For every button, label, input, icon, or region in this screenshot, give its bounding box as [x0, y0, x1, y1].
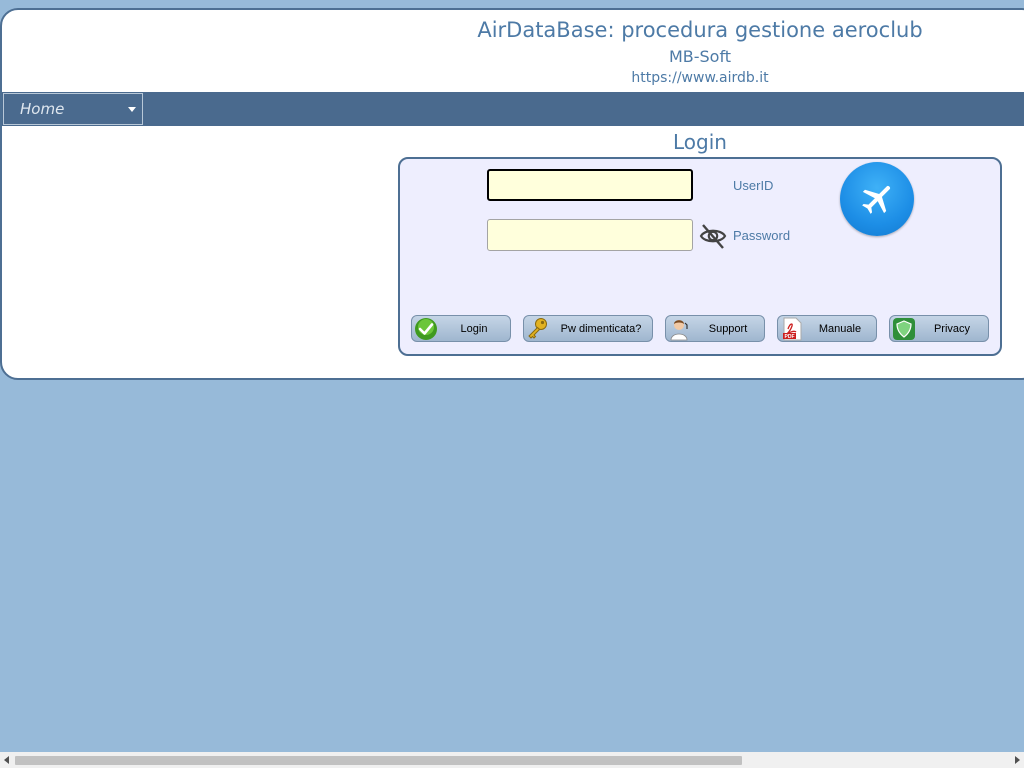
pdf-icon: PDF — [780, 317, 804, 341]
home-dropdown[interactable]: Home — [3, 93, 143, 125]
manual-button[interactable]: PDF Manuale — [777, 315, 877, 342]
support-person-icon — [668, 317, 692, 341]
app-title: AirDataBase: procedura gestione aeroclub — [477, 18, 923, 42]
nav-bar — [2, 92, 1024, 126]
privacy-button-label: Privacy — [933, 323, 971, 335]
home-dropdown-label: Home — [20, 100, 65, 118]
horizontal-scrollbar[interactable] — [0, 752, 1024, 768]
password-label: Password — [733, 228, 791, 243]
userid-label: UserID — [733, 178, 774, 193]
scroll-left-icon[interactable] — [4, 756, 9, 764]
svg-text:PDF: PDF — [785, 334, 795, 340]
airplane-icon — [840, 162, 914, 236]
app-url: https://www.airdb.it — [631, 70, 769, 86]
login-button[interactable]: Login — [411, 315, 511, 342]
scroll-right-icon[interactable] — [1015, 756, 1020, 764]
page-header: AirDataBase: procedura gestione aeroclub… — [0, 0, 1024, 92]
scrollbar-thumb[interactable] — [15, 756, 742, 765]
support-button[interactable]: Support — [665, 315, 765, 342]
key-icon — [526, 317, 550, 341]
userid-input[interactable] — [487, 169, 693, 201]
forgot-password-button[interactable]: Pw dimenticata? — [523, 315, 653, 342]
chevron-down-icon — [128, 107, 136, 112]
login-button-label: Login — [460, 323, 488, 335]
manual-button-label: Manuale — [818, 323, 862, 335]
forgot-password-label: Pw dimenticata? — [560, 323, 642, 335]
login-title: Login — [673, 130, 727, 154]
eye-slash-icon[interactable] — [698, 221, 728, 251]
app-subtitle: MB-Soft — [668, 47, 732, 66]
green-check-icon — [414, 317, 438, 341]
privacy-button[interactable]: Privacy — [889, 315, 989, 342]
password-input[interactable] — [487, 219, 693, 251]
support-button-label: Support — [708, 323, 748, 335]
shield-icon — [892, 317, 916, 341]
